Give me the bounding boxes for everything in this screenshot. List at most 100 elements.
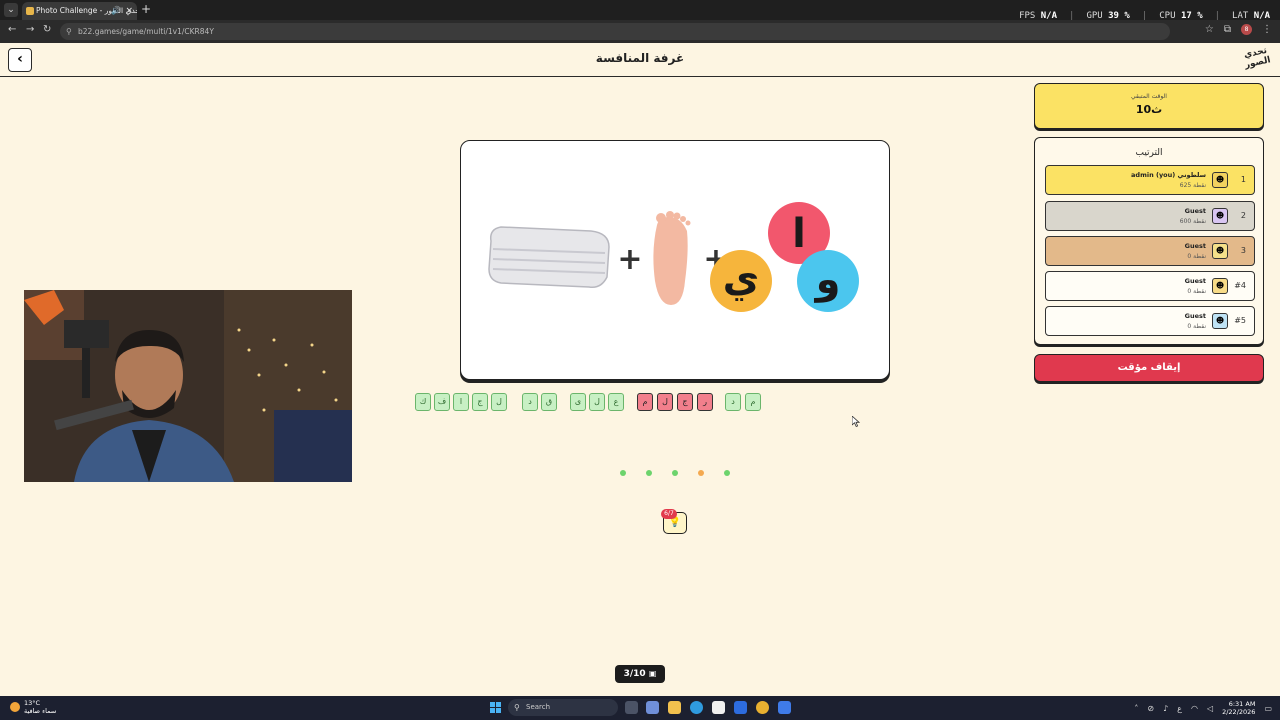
player-points: 0 نقطة <box>1187 253 1206 260</box>
letter-tile[interactable]: ك <box>415 393 431 411</box>
letter-waw: و <box>814 257 841 303</box>
ranking-row: 3 ☻ Guest 0 نقطة <box>1045 236 1255 266</box>
letter-tile[interactable]: ج <box>677 393 693 411</box>
player-points: 625 نقطة <box>1179 182 1206 189</box>
player-avatar-icon: ☻ <box>1212 172 1228 188</box>
letter-tile[interactable]: ى <box>570 393 586 411</box>
timer-value: 10ث <box>1135 103 1163 116</box>
wifi-icon[interactable]: ◠ <box>1191 704 1198 713</box>
speaker-icon[interactable]: 🔊 <box>111 2 121 20</box>
blanket-icon <box>488 226 610 289</box>
start-button[interactable] <box>490 702 502 714</box>
letter-tile[interactable]: ا <box>453 393 469 411</box>
player-avatar-icon: ☻ <box>1212 278 1228 294</box>
chevron-up-icon[interactable]: ˄ <box>1134 704 1138 713</box>
round-label: 3/10 <box>623 669 646 679</box>
player-name: admin (you) سلطوني <box>1131 171 1206 179</box>
store-icon[interactable] <box>712 701 725 714</box>
pause-timer-button[interactable]: إيقاف مؤقت <box>1034 354 1264 382</box>
letter-tile[interactable]: ر <box>697 393 713 411</box>
letter-bubbles: ا و ي <box>710 202 859 312</box>
profile-avatar[interactable]: 8 <box>1241 24 1252 35</box>
tab-list-icon[interactable]: ⌄ <box>4 3 18 17</box>
search-icon: ⚲ <box>514 703 520 712</box>
letter-tile[interactable]: ق <box>541 393 557 411</box>
puzzle-image: + + ا و ي <box>488 202 859 312</box>
answer-tiles: مدرجلمعلىقدلجافك <box>0 393 1280 412</box>
player-avatar-icon: ☻ <box>1212 243 1228 259</box>
progress-dot <box>698 470 704 476</box>
ranking-row: 1 ☻ admin (you) سلطوني 625 نقطة <box>1045 165 1255 195</box>
mouse-cursor-icon <box>852 416 860 427</box>
player-name: Guest <box>1184 207 1206 215</box>
language-indicator[interactable]: ع <box>1177 704 1182 713</box>
url-text: b22.games/game/multi/1v1/CKR84Y <box>78 27 214 36</box>
task-view-icon[interactable] <box>625 701 638 714</box>
webcam-overlay <box>24 290 352 482</box>
letter-alef: ا <box>792 211 806 257</box>
letter-tile[interactable]: ع <box>608 393 624 411</box>
bookmark-star-icon[interactable]: ☆ <box>1205 24 1214 35</box>
chrome-icon[interactable] <box>756 701 769 714</box>
timer-box: الوقت المتبقي 10ث <box>1034 83 1264 129</box>
browser-tab-bar: ⌄ Photo Challenge - تحدي الصور 🔊 × + FPS… <box>0 0 1280 21</box>
forward-nav-icon[interactable]: → <box>26 24 34 35</box>
reload-icon[interactable]: ↻ <box>43 24 51 35</box>
letter-tile[interactable]: د <box>725 393 741 411</box>
hint-count-badge: 6/7 <box>661 509 677 519</box>
letter-tile[interactable]: ف <box>434 393 450 411</box>
rank-position: 2 <box>1240 211 1246 220</box>
copilot-icon[interactable] <box>646 701 659 714</box>
letter-tile[interactable]: ل <box>657 393 673 411</box>
letter-tile[interactable]: د <box>522 393 538 411</box>
letter-tile[interactable]: ج <box>472 393 488 411</box>
volume-icon[interactable]: ◁ <box>1207 704 1213 713</box>
taskbar-search[interactable]: ⚲ Search <box>508 699 618 716</box>
site-info-icon[interactable]: ⚲ <box>66 23 72 40</box>
close-tab-icon[interactable]: × <box>125 2 133 20</box>
notification-icon[interactable]: ▭ <box>1264 704 1272 713</box>
player-points: 600 نقطة <box>1179 218 1206 225</box>
progress-dot <box>620 470 626 476</box>
clock[interactable]: 6:31 AM 2/22/2026 <box>1222 700 1255 716</box>
ranking-title: الترتيب <box>1135 148 1163 158</box>
menu-kebab-icon[interactable]: ⋮ <box>1262 24 1272 35</box>
streamer-image <box>24 290 352 482</box>
browser-tab[interactable]: Photo Challenge - تحدي الصور 🔊 × <box>22 2 137 20</box>
round-indicator: 3/10 ▣ <box>615 665 665 683</box>
extensions-icon[interactable]: ⧉ <box>1224 24 1231 35</box>
letter-tile[interactable]: م <box>745 393 761 411</box>
player-avatar-icon: ☻ <box>1212 208 1228 224</box>
page-header: ‹ غرفة المنافسة تحدي الصور <box>0 43 1280 77</box>
app-icon-2[interactable] <box>778 701 791 714</box>
letter-tile[interactable]: ل <box>491 393 507 411</box>
microphone-icon[interactable]: ♪ <box>1163 704 1168 713</box>
tab-title: Photo Challenge - تحدي الصور <box>36 6 137 15</box>
player-avatar-icon: ☻ <box>1212 313 1228 329</box>
letter-tile[interactable]: م <box>637 393 653 411</box>
url-field[interactable]: ⚲ b22.games/game/multi/1v1/CKR84Y <box>60 23 1170 40</box>
plus-sign-1: + <box>617 242 642 277</box>
player-name: Guest <box>1184 242 1206 250</box>
ranking-row: 2 ☻ Guest 600 نقطة <box>1045 201 1255 231</box>
back-nav-icon[interactable]: ← <box>8 24 16 35</box>
weather-widget[interactable]: 13°C سماء صافية <box>10 699 56 715</box>
rank-position: #5 <box>1234 316 1246 325</box>
letter-tile[interactable]: ل <box>589 393 605 411</box>
progress-dots <box>620 470 740 478</box>
foot-icon <box>653 211 691 305</box>
new-tab-icon[interactable]: + <box>141 2 151 16</box>
file-explorer-icon[interactable] <box>668 701 681 714</box>
puzzle-card: + + ا و ي <box>460 140 890 380</box>
timer-label: الوقت المتبقي <box>1131 93 1167 100</box>
ranking-row: #4 ☻ Guest 0 نقطة <box>1045 271 1255 301</box>
player-name: Guest <box>1184 277 1206 285</box>
page-title: غرفة المنافسة <box>595 51 685 65</box>
back-button[interactable]: ‹ <box>8 48 32 72</box>
network-off-icon[interactable]: ⊘ <box>1147 704 1154 713</box>
edge-icon[interactable] <box>690 701 703 714</box>
app-icon[interactable] <box>734 701 747 714</box>
rank-position: 3 <box>1240 246 1246 255</box>
tab-favicon-icon <box>26 7 34 15</box>
game-logo[interactable]: تحدي الصور <box>1242 46 1272 75</box>
